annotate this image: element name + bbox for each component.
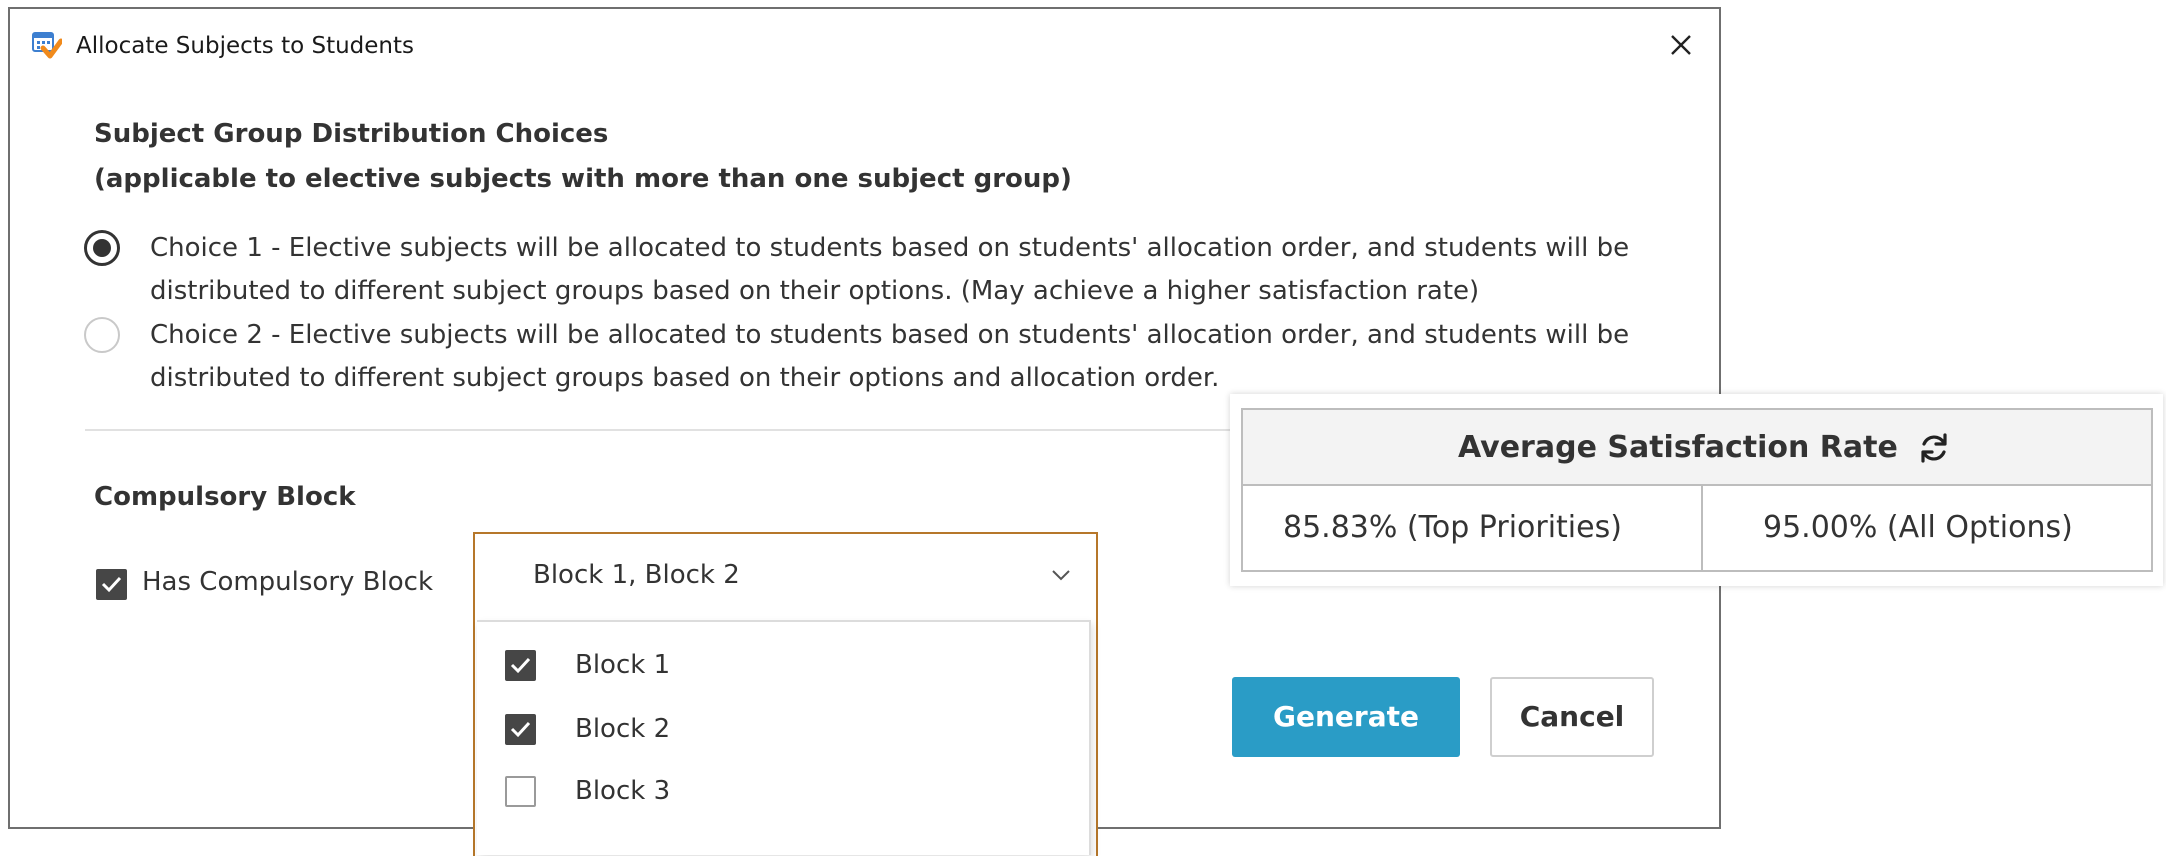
- checkbox-unchecked[interactable]: [505, 776, 536, 807]
- compulsory-block-dropdown[interactable]: Block 1, Block 2 Block 1 Block 2 Block 3: [473, 532, 1098, 856]
- title-bar: Allocate Subjects to Students: [10, 9, 1719, 77]
- choice-2-label: Choice 2 - Elective subjects will be all…: [150, 320, 1630, 393]
- calendar-check-icon: [32, 32, 62, 59]
- generate-button[interactable]: Generate: [1232, 677, 1460, 757]
- cancel-button[interactable]: Cancel: [1490, 677, 1654, 757]
- distribution-subheading: (applicable to elective subjects with mo…: [94, 164, 1072, 194]
- radio-button-unselected[interactable]: [84, 317, 120, 353]
- has-compulsory-block-label: Has Compulsory Block: [142, 567, 434, 597]
- window-title: Allocate Subjects to Students: [76, 33, 415, 59]
- all-options-value: 95.00% (All Options): [1763, 510, 2073, 545]
- checkbox-checked[interactable]: [96, 569, 127, 600]
- dropdown-option-block-2[interactable]: Block 2: [477, 706, 1077, 762]
- satisfaction-title: Average Satisfaction Rate: [1458, 430, 1898, 465]
- checkmark-icon: [101, 576, 122, 593]
- satisfaction-table: Average Satisfaction Rate 85.83% (Top Pr…: [1241, 408, 2153, 572]
- checkmark-icon: [510, 721, 531, 738]
- close-icon[interactable]: [1663, 27, 1699, 63]
- dropdown-option-block-3[interactable]: Block 3: [477, 768, 1077, 824]
- option-label: Block 1: [575, 650, 671, 680]
- compulsory-heading: Compulsory Block: [94, 482, 356, 512]
- checkmark-icon: [510, 657, 531, 674]
- checkbox-checked[interactable]: [505, 714, 536, 745]
- option-label: Block 2: [575, 714, 671, 744]
- chevron-down-icon[interactable]: [1050, 564, 1072, 586]
- top-priorities-value: 85.83% (Top Priorities): [1283, 510, 1622, 545]
- option-label: Block 3: [575, 776, 671, 806]
- dropdown-select[interactable]: Block 1, Block 2: [475, 534, 1096, 618]
- satisfaction-panel: Average Satisfaction Rate 85.83% (Top Pr…: [1230, 394, 2163, 586]
- choice-1-label: Choice 1 - Elective subjects will be all…: [150, 233, 1630, 306]
- all-options-cell: 95.00% (All Options): [1703, 486, 2151, 570]
- radio-dot: [93, 239, 111, 257]
- dropdown-options-list: Block 1 Block 2 Block 3: [477, 620, 1091, 855]
- distribution-heading: Subject Group Distribution Choices: [94, 119, 609, 149]
- dropdown-selected-value: Block 1, Block 2: [533, 560, 740, 590]
- dropdown-option-block-1[interactable]: Block 1: [477, 642, 1077, 698]
- refresh-icon[interactable]: [1916, 430, 1952, 466]
- satisfaction-header: Average Satisfaction Rate: [1243, 410, 2151, 486]
- top-priorities-cell: 85.83% (Top Priorities): [1243, 486, 1703, 570]
- radio-button-selected[interactable]: [84, 230, 120, 266]
- checkbox-checked[interactable]: [505, 650, 536, 681]
